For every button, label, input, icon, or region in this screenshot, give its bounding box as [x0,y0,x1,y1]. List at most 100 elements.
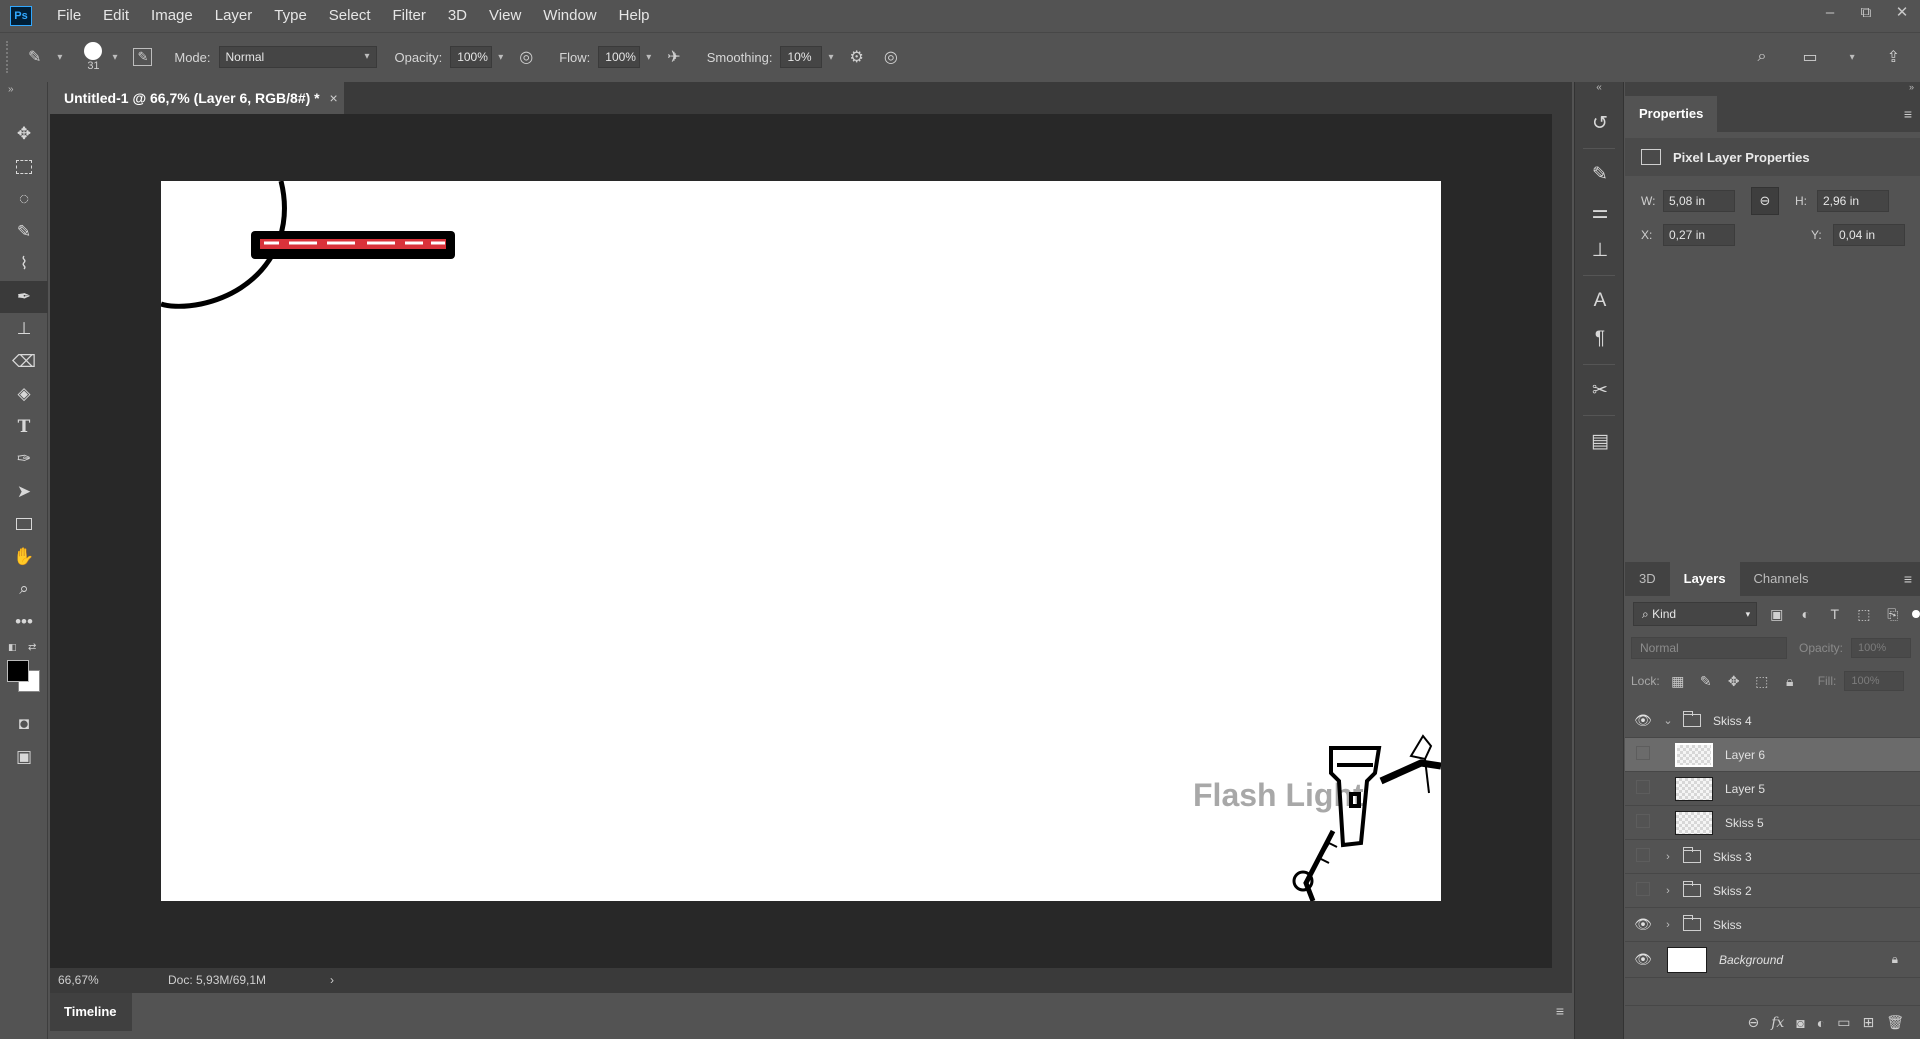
chevron-down-icon[interactable]: ⌄ [1661,714,1675,727]
brush-settings-icon[interactable]: ✎ [133,48,153,66]
brush-tool-icon[interactable]: ✒ [0,280,48,313]
zoom-tool-icon[interactable]: ⌕ [0,573,48,606]
menu-3d[interactable]: 3D [437,0,478,32]
lasso-tool-icon[interactable]: ◌ [0,183,48,216]
fx-icon[interactable]: fx [1771,1015,1784,1031]
move-tool-icon[interactable]: ✥ [0,118,48,151]
filter-adjustment-icon[interactable]: ◐ [1796,606,1815,622]
visibility-toggle[interactable] [1625,814,1661,831]
swap-colors-icon[interactable]: ⇄ [28,642,36,653]
zoom-level[interactable]: 66,67% [58,973,168,987]
quick-mask-icon[interactable]: ◘ [0,708,48,741]
visibility-toggle[interactable] [1625,848,1661,865]
mode-select[interactable]: Normal ▾ [218,46,377,68]
eye-icon[interactable]: 👁︎ [1625,712,1661,729]
marquee-tool-icon[interactable] [0,151,48,184]
chevron-down-icon[interactable]: ▾ [57,52,62,63]
height-input[interactable]: 2,96 in [1817,190,1889,212]
width-input[interactable]: 5,08 in [1663,190,1735,212]
type-tool-icon[interactable]: T [0,411,48,444]
tab-properties[interactable]: Properties [1625,96,1718,132]
airbrush-icon[interactable]: ✈ [667,47,680,67]
menu-help[interactable]: Help [608,0,661,32]
pressure-opacity-icon[interactable]: ◎ [519,47,533,67]
menu-layer[interactable]: Layer [204,0,264,32]
layer-row-skiss-2[interactable]: › Skiss 2 [1625,874,1920,908]
more-tools-icon[interactable]: ••• [0,606,48,639]
eraser-tool-icon[interactable]: ⌫ [0,346,48,379]
options-grip[interactable] [6,41,18,73]
menu-window[interactable]: Window [532,0,607,32]
panel-menu-icon[interactable]: ≡ [1556,1003,1564,1019]
lock-artboard-icon[interactable]: ⬚ [1748,673,1776,690]
filter-pixel-icon[interactable]: ▣ [1767,606,1786,623]
eye-icon[interactable]: 👁︎ [1625,951,1661,968]
hand-tool-icon[interactable]: ✋ [0,541,48,574]
paragraph-icon[interactable]: ¶ [1575,320,1625,358]
history-icon[interactable]: ↺ [1575,104,1625,142]
chevron-down-icon[interactable]: ▾ [498,52,503,63]
rectangle-tool-icon[interactable] [0,508,48,541]
workspace-icon[interactable]: ▭ [1802,47,1817,67]
pen-tool-icon[interactable]: ✑ [0,443,48,476]
tab-layers[interactable]: Layers [1669,562,1740,596]
color-swatches[interactable]: ◧ ⇄ [0,638,47,708]
close-tab-icon[interactable]: × [330,90,338,106]
visibility-toggle[interactable] [1625,746,1661,763]
eyedropper-tool-icon[interactable]: ⌇ [0,248,48,281]
visibility-toggle[interactable] [1625,882,1661,899]
stamp-tool-icon[interactable]: ⊥ [0,313,48,346]
status-menu-arrow[interactable]: › [330,973,334,987]
chevron-down-icon[interactable]: ▾ [828,52,833,63]
layer-row-skiss-3[interactable]: › Skiss 3 [1625,840,1920,874]
brush-tool-preset-icon[interactable]: ✎ [28,47,41,67]
chevron-right-icon[interactable]: › [1661,919,1675,931]
close-window-button[interactable]: ✕ [1884,0,1920,26]
menu-select[interactable]: Select [318,0,382,32]
share-icon[interactable]: ⇪ [1887,47,1900,67]
collapse-icon[interactable]: « [1575,82,1623,104]
gear-icon[interactable]: ⚙ [850,47,864,67]
libraries-icon[interactable]: ▤ [1575,422,1625,460]
layer-row-skiss[interactable]: 👁︎ › Skiss [1625,908,1920,942]
layer-row-skiss-4[interactable]: 👁︎ ⌄ Skiss 4 [1625,704,1920,738]
expand-icon[interactable]: » [1625,82,1920,96]
link-icon[interactable]: ⊖ [1751,187,1779,215]
lock-position-icon[interactable]: ✥ [1720,673,1748,690]
trash-icon[interactable]: 🗑︎ [1886,1014,1904,1031]
menu-edit[interactable]: Edit [92,0,140,32]
new-layer-icon[interactable]: ⊞ [1862,1014,1874,1031]
lock-transparency-icon[interactable]: ▦ [1664,673,1692,690]
chevron-down-icon[interactable]: ▾ [1850,52,1855,63]
layer-opacity-input[interactable]: 100% [1851,638,1912,658]
collapse-icon[interactable]: » [0,82,47,118]
menu-image[interactable]: Image [140,0,204,32]
filter-smart-object-icon[interactable]: ⎘ [1883,606,1902,623]
menu-view[interactable]: View [478,0,532,32]
add-mask-icon[interactable]: ◙ [1796,1015,1804,1031]
chevron-right-icon[interactable]: › [1661,851,1675,863]
search-icon[interactable]: ⌕ [1757,48,1766,66]
y-input[interactable]: 0,04 in [1833,224,1905,246]
opacity-input[interactable]: 100% [450,46,493,68]
tool-presets-icon[interactable]: ✂ [1575,371,1625,409]
foreground-color-swatch[interactable] [7,660,29,682]
link-layers-icon[interactable]: ⊖ [1748,1014,1760,1031]
layer-row-layer-5[interactable]: Layer 5 [1625,772,1920,806]
eye-icon[interactable]: 👁︎ [1625,916,1661,933]
kind-filter-select[interactable]: ⌕ Kind ▾ [1633,602,1758,626]
filter-type-icon[interactable]: T [1825,606,1844,622]
chevron-down-icon[interactable]: ▾ [646,52,651,63]
timeline-tab[interactable]: Timeline [50,993,132,1031]
menu-type[interactable]: Type [263,0,318,32]
visibility-toggle[interactable] [1625,780,1661,797]
panel-menu-icon[interactable]: ≡ [1904,571,1912,587]
tab-channels[interactable]: Channels [1740,562,1823,596]
document-tab[interactable]: Untitled-1 @ 66,7% (Layer 6, RGB/8#) * × [50,82,344,114]
layer-row-background[interactable]: 👁︎ Background 🔒︎ [1625,942,1920,978]
blend-mode-select[interactable]: Normal [1631,637,1787,659]
screen-mode-icon[interactable]: ▣ [0,741,48,774]
brush-settings-icon[interactable]: ✎ [1575,155,1625,193]
smoothing-input[interactable]: 10% [780,46,823,68]
new-group-icon[interactable]: ▭ [1837,1014,1850,1031]
